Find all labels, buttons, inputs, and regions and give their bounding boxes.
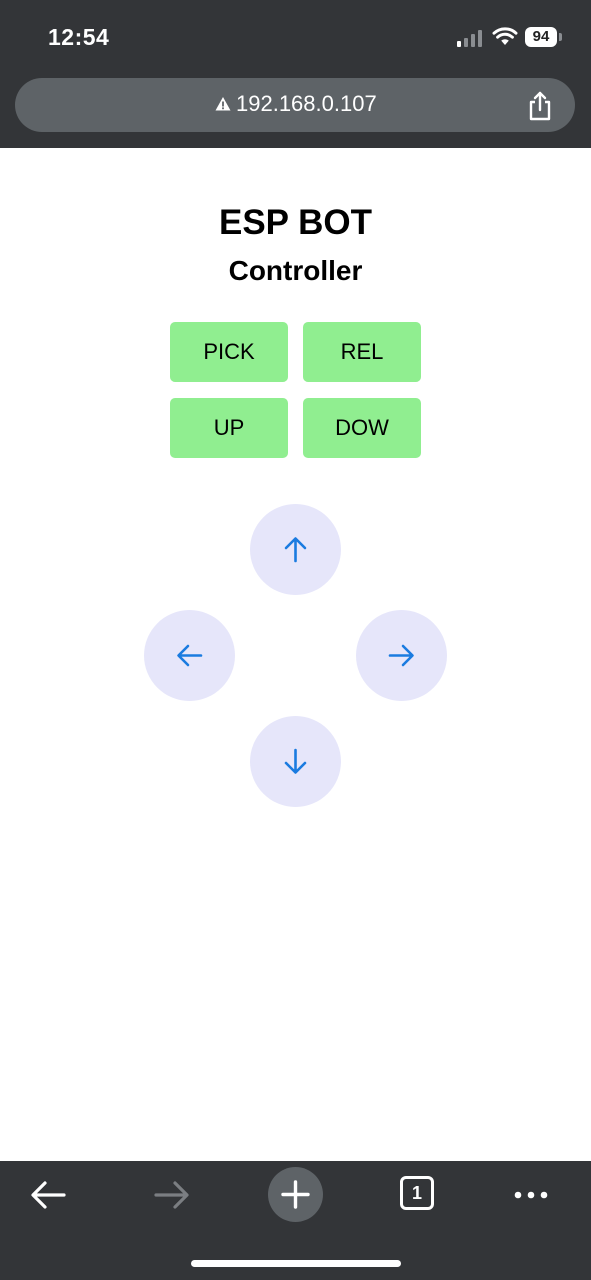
move-forward-button[interactable] [250,504,341,595]
page-content: ESP BOT Controller PICK REL UP DOW [0,148,591,1161]
page-subtitle: Controller [228,255,363,286]
arrow-right-icon [388,644,414,667]
battery-icon: 94 [525,27,562,47]
back-arrow-icon[interactable] [28,1175,68,1215]
warning-icon [215,97,231,111]
new-tab-button[interactable] [268,1167,323,1222]
browser-toolbar: 1 [0,1161,591,1280]
forward-arrow-icon[interactable] [152,1175,192,1215]
tabs-icon[interactable]: 1 [400,1176,434,1210]
battery-level: 94 [525,27,557,47]
home-indicator [191,1260,401,1267]
address-bar[interactable]: 192.168.0.107 [15,78,575,132]
share-icon[interactable] [526,91,554,121]
plus-icon [281,1180,310,1209]
status-time: 12:54 [48,24,110,50]
move-backward-button[interactable] [250,716,341,807]
cellular-signal-icon [457,29,485,47]
down-button[interactable]: DOW [303,398,421,458]
move-right-button[interactable] [356,610,447,701]
pick-button[interactable]: PICK [170,322,288,382]
page-title: ESP BOT [218,203,372,242]
arrow-down-icon [284,748,307,774]
status-bar: 12:54 94 [0,0,591,70]
release-button[interactable]: REL [303,322,421,382]
wifi-icon [492,27,518,45]
move-left-button[interactable] [144,610,235,701]
url-text[interactable]: 192.168.0.107 [236,91,377,117]
arrow-left-icon [177,644,203,667]
more-icon[interactable] [511,1175,551,1215]
browser-top-chrome: 12:54 94 192.168.0.107 [0,0,591,148]
up-button[interactable]: UP [170,398,288,458]
arrow-up-icon [284,537,307,563]
